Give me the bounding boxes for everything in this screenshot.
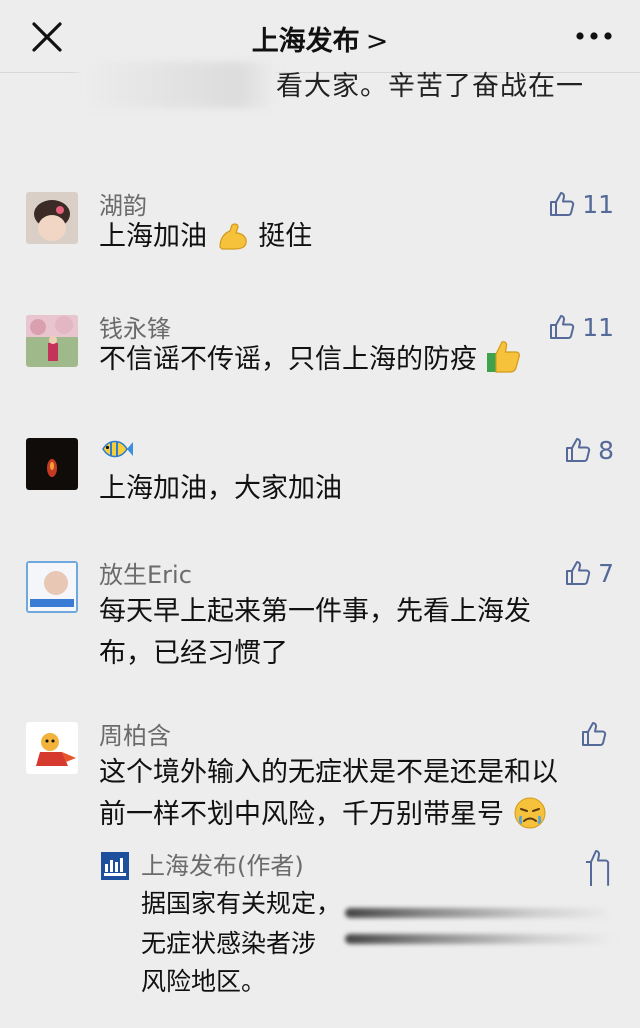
thumbs-up-emoji-icon — [477, 341, 522, 375]
like-button[interactable]: 7 — [564, 555, 614, 591]
thumbs-up-icon — [582, 722, 607, 746]
like-button[interactable]: 8 — [564, 432, 614, 468]
comment-text-line: 每天早上起来第一件事，先看上海发 — [99, 596, 531, 627]
reply-text-line: 据国家有关规定， — [141, 889, 342, 918]
author-avatar[interactable] — [101, 852, 129, 880]
fish-icon — [102, 440, 133, 458]
like-count: 11 — [582, 312, 614, 342]
crying-face-emoji-icon — [504, 797, 547, 830]
avatar[interactable] — [26, 315, 78, 367]
reply-text-line: 无症状感染者涉 — [141, 929, 317, 958]
reply-text-line: 风险地区。 — [141, 967, 267, 996]
comment-author[interactable]: 放生Eric — [99, 555, 192, 590]
like-count: 11 — [582, 189, 614, 219]
page-title-text: 上海发布 — [251, 26, 360, 57]
comment-text-part: 不信谣不传谣，只信上海的防疫 — [99, 344, 477, 375]
thumbs-up-icon — [566, 438, 591, 462]
comment-text: 不信谣不传谣，只信上海的防疫 — [99, 339, 522, 381]
comment-author[interactable]: 周柏含 — [99, 716, 171, 751]
comment-text-line: 这个境外输入的无症状是不是还是和以 — [99, 757, 558, 788]
partial-comment-text: 看大家。辛苦了奋战在一 — [276, 71, 584, 102]
comment-text: 每天早上起来第一件事，先看上海发 布，已经习惯了 — [99, 591, 531, 675]
chevron-right-icon: > — [365, 26, 389, 57]
comment-author[interactable] — [99, 432, 133, 468]
comment-text-line: 前一样不划中风险，千万别带星号 — [99, 794, 558, 836]
page-title[interactable]: 上海发布 > — [0, 19, 640, 58]
comment-text-part: 上海加油 — [99, 221, 207, 252]
like-button[interactable]: 11 — [548, 309, 614, 345]
like-button[interactable] — [580, 716, 614, 752]
blurred-text — [345, 908, 615, 918]
comment-text: 上海加油 挺住 — [99, 216, 312, 258]
thumbs-up-icon — [550, 192, 575, 216]
thumbs-up-icon[interactable] — [583, 848, 611, 888]
comment-text: 这个境外输入的无症状是不是还是和以 前一样不划中风险，千万别带星号 — [99, 752, 558, 836]
reply-author[interactable]: 上海发布(作者) — [141, 846, 304, 881]
avatar[interactable] — [26, 192, 78, 244]
author-reply: 上海发布(作者) 据国家有关规定， 无症状感染者涉 风险地区。 — [99, 848, 619, 1028]
more-options-icon[interactable] — [574, 22, 614, 50]
blurred-region — [78, 62, 278, 108]
thumbs-up-icon — [566, 561, 591, 585]
comment-text-line: 布，已经习惯了 — [99, 638, 288, 669]
like-button[interactable]: 11 — [548, 186, 614, 222]
flexed-biceps-icon — [207, 221, 258, 252]
thumbs-up-icon — [550, 315, 575, 339]
avatar[interactable] — [26, 561, 78, 613]
avatar[interactable] — [26, 438, 78, 490]
comment-text-part: 前一样不划中风险，千万别带星号 — [99, 799, 504, 830]
avatar[interactable] — [26, 722, 78, 774]
comment-text: 上海加油，大家加油 — [99, 473, 342, 504]
blurred-text — [345, 934, 615, 944]
like-count: 8 — [598, 435, 614, 465]
comment-text-part: 挺住 — [258, 221, 313, 252]
like-count: 7 — [598, 558, 614, 588]
